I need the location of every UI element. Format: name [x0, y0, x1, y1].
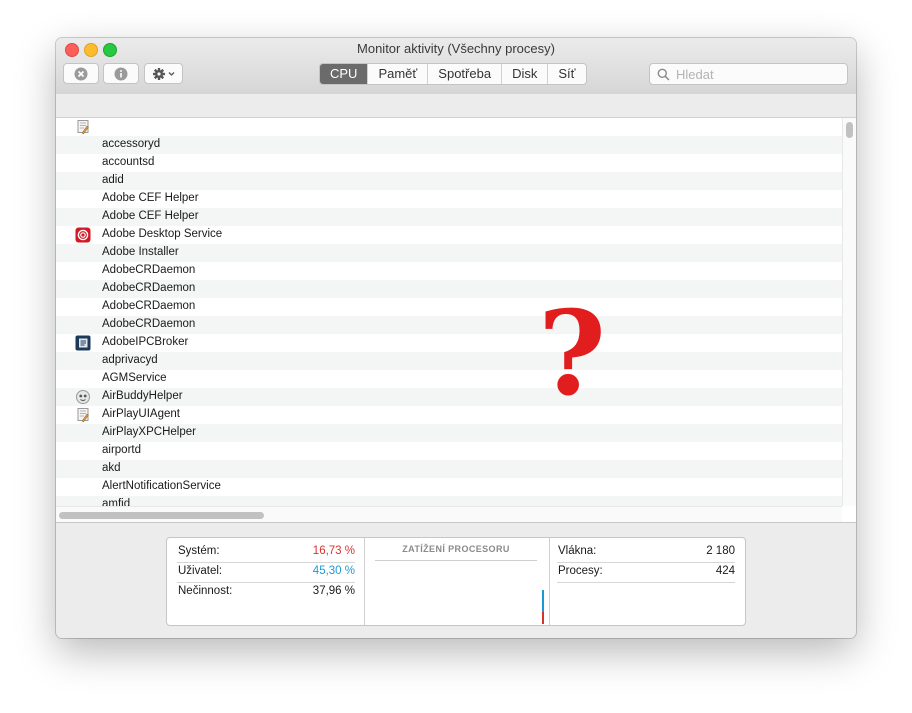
process-name: airportd [102, 444, 141, 456]
process-row[interactable]: adprivacyd [56, 352, 842, 370]
stop-process-button[interactable] [63, 63, 99, 84]
process-row[interactable]: AdobeCRDaemon [56, 316, 842, 334]
cpu-summary-area: Systém: 16,73 % Uživatel: 45,30 % Nečinn… [56, 522, 856, 638]
tab-network[interactable]: Síť [547, 64, 585, 84]
adobe-cc-icon [75, 227, 91, 243]
process-name: accountsd [102, 156, 155, 168]
tab-energy[interactable]: Spotřeba [427, 64, 501, 84]
search-field [649, 63, 848, 85]
stat-user-label: Uživatel: [178, 565, 223, 577]
process-row[interactable]: Adobe CEF Helper [56, 208, 842, 226]
horizontal-scrollbar[interactable] [56, 506, 842, 522]
process-row[interactable]: AdobeIPCBroker [56, 334, 842, 352]
generic-app-icon [75, 407, 91, 423]
process-name: AdobeCRDaemon [102, 318, 196, 330]
stat-idle-value: 37,96 % [312, 585, 355, 597]
process-name: AGMService [102, 372, 167, 384]
info-icon [114, 67, 128, 81]
stat-threads: Vlákna: 2 180 [557, 542, 735, 563]
vertical-scroll-thumb[interactable] [846, 122, 853, 138]
process-row[interactable]: AGMService [56, 370, 842, 388]
stat-idle-label: Nečinnost: [178, 585, 233, 597]
cpu-load-graph-title: ZATÍŽENÍ PROCESORU [402, 544, 510, 554]
process-row[interactable]: accessoryd [56, 136, 842, 154]
process-row[interactable]: accountsd [56, 154, 842, 172]
stat-processes-label: Procesy: [558, 565, 603, 577]
process-row[interactable]: AdobeCRDaemon [56, 298, 842, 316]
airbuddy-icon [75, 389, 91, 405]
stat-threads-label: Vlákna: [558, 545, 597, 557]
window-title: Monitor aktivity (Všechny procesy) [357, 41, 555, 56]
process-name: AirPlayUIAgent [102, 408, 180, 420]
process-row[interactable]: AdobeCRDaemon [56, 262, 842, 280]
process-name: AlertNotificationService [102, 480, 221, 492]
tab-disk[interactable]: Disk [501, 64, 547, 84]
stat-user: Uživatel: 45,30 % [177, 562, 355, 583]
view-tabs: CPU Paměť Spotřeba Disk Síť [319, 63, 587, 85]
vertical-scrollbar[interactable] [842, 118, 856, 506]
process-name: Adobe Desktop Service [102, 228, 223, 240]
tab-memory[interactable]: Paměť [367, 64, 427, 84]
titlebar: Monitor aktivity (Všechny procesy) CPU P… [56, 38, 856, 95]
process-row[interactable] [56, 118, 842, 136]
activity-monitor-window: Monitor aktivity (Všechny procesy) CPU P… [56, 38, 856, 638]
cpu-load-graph [542, 590, 544, 624]
horizontal-scroll-thumb[interactable] [59, 512, 264, 519]
process-name: Adobe CEF Helper [102, 210, 199, 222]
stat-threads-value: 2 180 [706, 545, 735, 557]
stat-system-label: Systém: [178, 545, 220, 557]
process-row[interactable]: AirPlayUIAgent [56, 406, 842, 424]
stat-idle: Nečinnost: 37,96 % [177, 582, 355, 602]
cpu-load-bar-system [542, 612, 544, 624]
cpu-summary-panel: Systém: 16,73 % Uživatel: 45,30 % Nečinn… [166, 537, 746, 626]
process-row[interactable]: AirBuddyHelper [56, 388, 842, 406]
search-input[interactable] [676, 66, 841, 82]
process-name: AirBuddyHelper [102, 390, 183, 402]
tab-cpu[interactable]: CPU [320, 64, 368, 84]
stop-process-icon [74, 67, 88, 81]
process-row[interactable]: airportd [56, 442, 842, 460]
stat-processes-value: 424 [715, 565, 735, 577]
search-icon [657, 68, 670, 86]
process-row[interactable]: Adobe CEF Helper [56, 190, 842, 208]
gear-icon [152, 67, 176, 81]
stat-processes: Procesy: 424 [557, 562, 735, 583]
info-button[interactable] [103, 63, 139, 84]
adobe-ipc-icon [75, 335, 91, 351]
process-name: AdobeCRDaemon [102, 300, 196, 312]
stat-user-value: 45,30 % [312, 565, 355, 577]
cpu-load-graph-rule [375, 560, 537, 561]
process-row[interactable]: Adobe Installer [56, 244, 842, 262]
process-name: AdobeCRDaemon [102, 264, 196, 276]
process-name: Adobe CEF Helper [102, 192, 199, 204]
process-row[interactable]: akd [56, 460, 842, 478]
question-mark-overlay: ? [538, 286, 606, 422]
process-name: AdobeCRDaemon [102, 282, 196, 294]
process-row[interactable]: Adobe Desktop Service [56, 226, 842, 244]
column-header[interactable] [56, 94, 856, 118]
stat-system: Systém: 16,73 % [177, 542, 355, 563]
process-name: accessoryd [102, 138, 161, 150]
process-name: akd [102, 462, 121, 474]
process-name: AdobeIPCBroker [102, 336, 189, 348]
process-row[interactable]: AirPlayXPCHelper [56, 424, 842, 442]
process-name: Adobe Installer [102, 246, 179, 258]
process-name: adid [102, 174, 124, 186]
action-menu-button[interactable] [144, 63, 183, 84]
process-list: accessoryd accountsd adid Adobe CEF Helper A… [56, 118, 856, 522]
process-row[interactable]: AlertNotificationService [56, 478, 842, 496]
process-name: adprivacyd [102, 354, 158, 366]
generic-app-icon [75, 119, 91, 135]
process-row[interactable]: AdobeCRDaemon [56, 280, 842, 298]
process-name: AirPlayXPCHelper [102, 426, 196, 438]
process-row[interactable]: adid [56, 172, 842, 190]
stat-system-value: 16,73 % [312, 545, 355, 557]
panel-divider-right [549, 538, 550, 625]
process-rows: accessoryd accountsd adid Adobe CEF Helper A… [56, 118, 842, 514]
